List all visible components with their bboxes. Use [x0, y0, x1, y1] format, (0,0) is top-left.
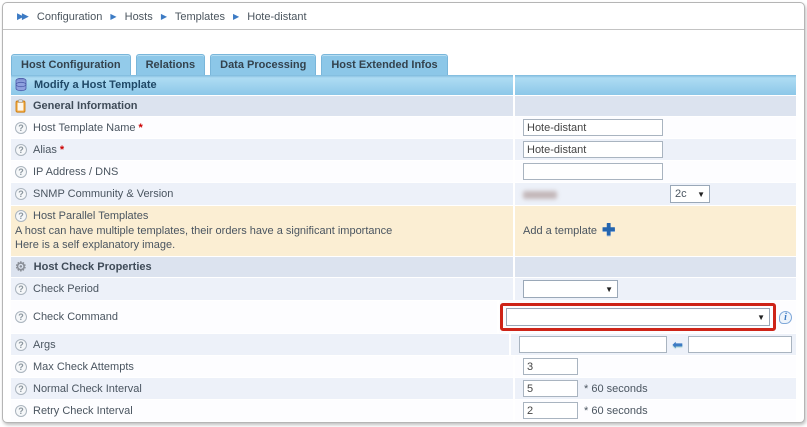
help-icon[interactable]: ?	[15, 339, 27, 351]
interval-suffix: * 60 seconds	[584, 383, 648, 395]
breadcrumb-arrow-icon: ▶	[161, 12, 167, 21]
help-icon[interactable]: ?	[15, 383, 27, 395]
section-title: Host Check Properties	[34, 261, 152, 273]
row-check-command: ? Check Command ▼ i	[11, 301, 796, 334]
snmp-version-select[interactable]: 2c ▼	[670, 185, 710, 203]
args-input-2[interactable]	[688, 336, 792, 353]
field-label: Host Parallel Templates	[33, 210, 148, 222]
interval-suffix: * 60 seconds	[584, 405, 648, 417]
field-label: Max Check Attempts	[33, 361, 134, 373]
form-header: Modify a Host Template	[11, 75, 796, 96]
breadcrumb-arrow-icon: ▶	[233, 12, 239, 21]
row-snmp: ? SNMP Community & Version 2c ▼	[11, 183, 796, 206]
info-icon[interactable]: i	[779, 311, 792, 324]
row-retry-check-interval: ? Retry Check Interval * 60 seconds	[11, 400, 796, 422]
field-label: Check Command	[33, 311, 118, 323]
chevron-down-icon: ▼	[697, 190, 705, 199]
required-marker: *	[139, 122, 143, 134]
field-label: Check Period	[33, 283, 99, 295]
chevron-down-icon: ▼	[757, 313, 765, 322]
field-label: IP Address / DNS	[33, 166, 118, 178]
row-max-check-attempts: ? Max Check Attempts	[11, 356, 796, 378]
field-label: Normal Check Interval	[33, 383, 142, 395]
breadcrumb: ▶▶ Configuration ▶ Hosts ▶ Templates ▶ H…	[3, 3, 804, 30]
alias-input[interactable]	[523, 141, 663, 158]
breadcrumb-item-templates[interactable]: Templates	[175, 11, 225, 23]
add-template-link[interactable]: Add a template ✚	[523, 225, 615, 237]
host-template-form: Modify a Host Template General Informati…	[11, 75, 796, 422]
row-args: ? Args ⬅	[11, 334, 796, 356]
ip-address-input[interactable]	[523, 163, 663, 180]
tab-host-extended-infos[interactable]: Host Extended Infos	[321, 54, 447, 75]
breadcrumb-item-hosts[interactable]: Hosts	[125, 11, 153, 23]
database-icon	[15, 78, 27, 92]
row-check-period: ? Check Period ▼	[11, 278, 796, 301]
args-input-1[interactable]	[519, 336, 667, 353]
field-label: Args	[33, 339, 56, 351]
tab-bar: Host Configuration Relations Data Proces…	[11, 54, 804, 75]
page-frame: ▶▶ Configuration ▶ Hosts ▶ Templates ▶ H…	[2, 2, 805, 423]
breadcrumb-double-arrow-icon: ▶▶	[17, 11, 27, 21]
help-icon[interactable]: ?	[15, 188, 27, 200]
plus-icon: ✚	[602, 226, 615, 236]
parallel-templates-description-2: Here is a self explanatory image.	[15, 238, 507, 252]
redacted-community-value	[523, 191, 557, 199]
form-title: Modify a Host Template	[34, 79, 157, 91]
tab-host-configuration[interactable]: Host Configuration	[11, 54, 131, 75]
row-host-template-name: ? Host Template Name *	[11, 117, 796, 139]
help-icon[interactable]: ?	[15, 361, 27, 373]
row-host-parallel-templates: ? Host Parallel Templates A host can hav…	[11, 206, 796, 257]
help-icon[interactable]: ?	[15, 311, 27, 323]
breadcrumb-item-hote-distant[interactable]: Hote-distant	[247, 11, 306, 23]
breadcrumb-arrow-icon: ▶	[110, 12, 116, 21]
parallel-templates-description-1: A host can have multiple templates, thei…	[15, 224, 507, 238]
field-label: Retry Check Interval	[33, 405, 133, 417]
help-icon[interactable]: ?	[15, 122, 27, 134]
required-marker: *	[60, 144, 64, 156]
help-icon[interactable]: ?	[15, 166, 27, 178]
tab-relations[interactable]: Relations	[136, 54, 206, 75]
check-command-highlight: ▼	[500, 303, 776, 331]
help-icon[interactable]: ?	[15, 405, 27, 417]
chevron-down-icon: ▼	[605, 285, 613, 294]
add-template-label: Add a template	[523, 225, 597, 237]
row-alias: ? Alias *	[11, 139, 796, 161]
field-label: Alias	[33, 144, 57, 156]
row-ip-address: ? IP Address / DNS	[11, 161, 796, 183]
arrow-left-icon[interactable]: ⬅	[672, 337, 683, 353]
help-icon[interactable]: ?	[15, 283, 27, 295]
breadcrumb-item-configuration[interactable]: Configuration	[37, 11, 102, 23]
tab-data-processing[interactable]: Data Processing	[210, 54, 316, 75]
check-command-select[interactable]: ▼	[506, 308, 770, 326]
snmp-version-selected: 2c	[675, 188, 687, 200]
field-label: Host Template Name	[33, 122, 136, 134]
help-icon[interactable]: ?	[15, 210, 27, 222]
section-host-check-properties: ⚙ Host Check Properties	[11, 257, 796, 278]
clipboard-icon	[15, 99, 26, 113]
section-title: General Information	[33, 100, 138, 112]
section-general-information: General Information	[11, 96, 796, 117]
max-check-attempts-input[interactable]	[523, 358, 578, 375]
retry-check-interval-input[interactable]	[523, 402, 578, 419]
row-normal-check-interval: ? Normal Check Interval * 60 seconds	[11, 378, 796, 400]
gear-icon: ⚙	[15, 261, 27, 273]
snmp-community-input[interactable]	[523, 189, 663, 199]
host-template-name-input[interactable]	[523, 119, 663, 136]
normal-check-interval-input[interactable]	[523, 380, 578, 397]
help-icon[interactable]: ?	[15, 144, 27, 156]
check-period-select[interactable]: ▼	[523, 280, 618, 298]
field-label: SNMP Community & Version	[33, 188, 173, 200]
